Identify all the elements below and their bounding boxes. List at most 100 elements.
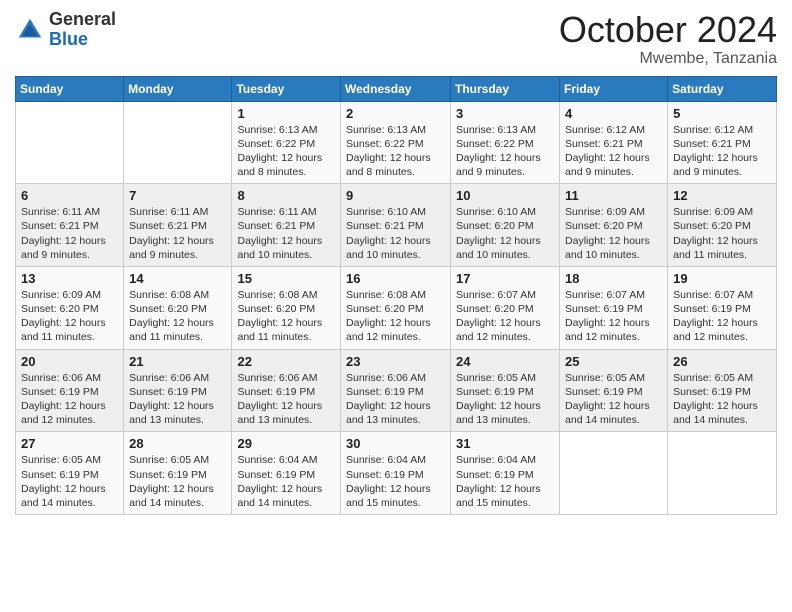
day-number: 26 (673, 354, 771, 369)
calendar-week-1: 1Sunrise: 6:13 AMSunset: 6:22 PMDaylight… (16, 101, 777, 184)
calendar-cell: 19Sunrise: 6:07 AMSunset: 6:19 PMDayligh… (668, 266, 777, 349)
day-number: 21 (129, 354, 226, 369)
day-number: 2 (346, 106, 445, 121)
day-info: Sunrise: 6:11 AMSunset: 6:21 PMDaylight:… (129, 205, 226, 262)
day-number: 30 (346, 436, 445, 451)
day-number: 9 (346, 188, 445, 203)
calendar-header-tuesday: Tuesday (232, 76, 341, 101)
day-info: Sunrise: 6:09 AMSunset: 6:20 PMDaylight:… (565, 205, 662, 262)
day-info: Sunrise: 6:05 AMSunset: 6:19 PMDaylight:… (456, 371, 554, 428)
day-number: 17 (456, 271, 554, 286)
day-info: Sunrise: 6:06 AMSunset: 6:19 PMDaylight:… (21, 371, 118, 428)
calendar-cell: 20 Sunrise: 6:06 AMSunset: 6:19 PMDayligh… (16, 349, 124, 432)
title-month: October 2024 (559, 10, 777, 50)
calendar-header-friday: Friday (560, 76, 668, 101)
calendar-cell (560, 432, 668, 515)
day-info: Sunrise: 6:10 AMSunset: 6:21 PMDaylight:… (346, 205, 445, 262)
day-number: 16 (346, 271, 445, 286)
calendar-cell: 7 Sunrise: 6:11 AMSunset: 6:21 PMDaylight… (124, 184, 232, 267)
day-info: Sunrise: 6:12 AMSunset: 6:21 PMDaylight:… (565, 123, 662, 180)
day-info: Sunrise: 6:04 AMSunset: 6:19 PMDaylight:… (456, 453, 554, 510)
day-info: Sunrise: 6:04 AMSunset: 6:19 PMDaylight:… (237, 453, 335, 510)
day-number: 6 (21, 188, 118, 203)
day-number: 4 (565, 106, 662, 121)
day-number: 19 (673, 271, 771, 286)
day-number: 11 (565, 188, 662, 203)
day-number: 12 (673, 188, 771, 203)
day-number: 27 (21, 436, 118, 451)
day-number: 25 (565, 354, 662, 369)
day-info: Sunrise: 6:06 AMSunset: 6:19 PMDaylight:… (346, 371, 445, 428)
calendar-week-2: 6 Sunrise: 6:11 AMSunset: 6:21 PMDaylight… (16, 184, 777, 267)
day-info: Sunrise: 6:06 AMSunset: 6:19 PMDaylight:… (129, 371, 226, 428)
day-info: Sunrise: 6:07 AMSunset: 6:19 PMDaylight:… (565, 288, 662, 345)
calendar-cell: 31 Sunrise: 6:04 AMSunset: 6:19 PMDayligh… (451, 432, 560, 515)
calendar-cell: 28Sunrise: 6:05 AMSunset: 6:19 PMDayligh… (124, 432, 232, 515)
calendar-cell: 21 Sunrise: 6:06 AMSunset: 6:19 PMDayligh… (124, 349, 232, 432)
logo-text: General Blue (49, 10, 116, 50)
calendar-week-3: 13 Sunrise: 6:09 AMSunset: 6:20 PMDayligh… (16, 266, 777, 349)
calendar-header-wednesday: Wednesday (341, 76, 451, 101)
calendar-cell: 11 Sunrise: 6:09 AMSunset: 6:20 PMDayligh… (560, 184, 668, 267)
day-number: 23 (346, 354, 445, 369)
day-number: 1 (237, 106, 335, 121)
day-info: Sunrise: 6:05 AMSunset: 6:19 PMDaylight:… (21, 453, 118, 510)
day-number: 22 (237, 354, 335, 369)
day-number: 28 (129, 436, 226, 451)
day-info: Sunrise: 6:09 AMSunset: 6:20 PMDaylight:… (21, 288, 118, 345)
calendar-cell: 14 Sunrise: 6:08 AMSunset: 6:20 PMDayligh… (124, 266, 232, 349)
calendar-cell: 6 Sunrise: 6:11 AMSunset: 6:21 PMDaylight… (16, 184, 124, 267)
calendar-cell: 10Sunrise: 6:10 AMSunset: 6:20 PMDayligh… (451, 184, 560, 267)
calendar-cell: 2Sunrise: 6:13 AMSunset: 6:22 PMDaylight… (341, 101, 451, 184)
calendar-cell: 17 Sunrise: 6:07 AMSunset: 6:20 PMDayligh… (451, 266, 560, 349)
calendar-header-sunday: Sunday (16, 76, 124, 101)
calendar-cell (16, 101, 124, 184)
calendar-header-thursday: Thursday (451, 76, 560, 101)
day-number: 20 (21, 354, 118, 369)
day-info: Sunrise: 6:11 AMSunset: 6:21 PMDaylight:… (21, 205, 118, 262)
logo-general: General (49, 9, 116, 29)
calendar-cell (124, 101, 232, 184)
calendar-cell: 26 Sunrise: 6:05 AMSunset: 6:19 PMDayligh… (668, 349, 777, 432)
calendar-cell: 15Sunrise: 6:08 AMSunset: 6:20 PMDayligh… (232, 266, 341, 349)
day-number: 14 (129, 271, 226, 286)
calendar-cell: 5Sunrise: 6:12 AMSunset: 6:21 PMDaylight… (668, 101, 777, 184)
day-info: Sunrise: 6:09 AMSunset: 6:20 PMDaylight:… (673, 205, 771, 262)
calendar-cell: 30 Sunrise: 6:04 AMSunset: 6:19 PMDayligh… (341, 432, 451, 515)
calendar-header-row: SundayMondayTuesdayWednesdayThursdayFrid… (16, 76, 777, 101)
calendar-cell: 8Sunrise: 6:11 AMSunset: 6:21 PMDaylight… (232, 184, 341, 267)
calendar-cell: 18Sunrise: 6:07 AMSunset: 6:19 PMDayligh… (560, 266, 668, 349)
calendar-cell: 22Sunrise: 6:06 AMSunset: 6:19 PMDayligh… (232, 349, 341, 432)
day-number: 13 (21, 271, 118, 286)
calendar-cell: 25 Sunrise: 6:05 AMSunset: 6:19 PMDayligh… (560, 349, 668, 432)
calendar-cell: 3Sunrise: 6:13 AMSunset: 6:22 PMDaylight… (451, 101, 560, 184)
calendar-cell: 12 Sunrise: 6:09 AMSunset: 6:20 PMDayligh… (668, 184, 777, 267)
calendar-cell: 13 Sunrise: 6:09 AMSunset: 6:20 PMDayligh… (16, 266, 124, 349)
calendar-header-saturday: Saturday (668, 76, 777, 101)
day-info: Sunrise: 6:04 AMSunset: 6:19 PMDaylight:… (346, 453, 445, 510)
day-number: 7 (129, 188, 226, 203)
title-block: October 2024 Mwembe, Tanzania (559, 10, 777, 68)
page: General Blue October 2024 Mwembe, Tanzan… (0, 0, 792, 612)
day-info: Sunrise: 6:11 AMSunset: 6:21 PMDaylight:… (237, 205, 335, 262)
calendar-week-5: 27 Sunrise: 6:05 AMSunset: 6:19 PMDayligh… (16, 432, 777, 515)
day-number: 31 (456, 436, 554, 451)
calendar-cell: 24 Sunrise: 6:05 AMSunset: 6:19 PMDayligh… (451, 349, 560, 432)
logo: General Blue (15, 10, 116, 50)
calendar-cell: 29Sunrise: 6:04 AMSunset: 6:19 PMDayligh… (232, 432, 341, 515)
day-number: 5 (673, 106, 771, 121)
day-info: Sunrise: 6:08 AMSunset: 6:20 PMDaylight:… (129, 288, 226, 345)
calendar-cell: 4 Sunrise: 6:12 AMSunset: 6:21 PMDaylight… (560, 101, 668, 184)
calendar-cell: 27 Sunrise: 6:05 AMSunset: 6:19 PMDayligh… (16, 432, 124, 515)
calendar-cell: 23 Sunrise: 6:06 AMSunset: 6:19 PMDayligh… (341, 349, 451, 432)
day-info: Sunrise: 6:05 AMSunset: 6:19 PMDaylight:… (565, 371, 662, 428)
logo-blue: Blue (49, 29, 88, 49)
calendar-cell: 1Sunrise: 6:13 AMSunset: 6:22 PMDaylight… (232, 101, 341, 184)
day-number: 24 (456, 354, 554, 369)
calendar-cell (668, 432, 777, 515)
calendar-header-monday: Monday (124, 76, 232, 101)
title-location: Mwembe, Tanzania (559, 50, 777, 68)
day-info: Sunrise: 6:07 AMSunset: 6:20 PMDaylight:… (456, 288, 554, 345)
day-info: Sunrise: 6:05 AMSunset: 6:19 PMDaylight:… (673, 371, 771, 428)
header: General Blue October 2024 Mwembe, Tanzan… (15, 10, 777, 68)
